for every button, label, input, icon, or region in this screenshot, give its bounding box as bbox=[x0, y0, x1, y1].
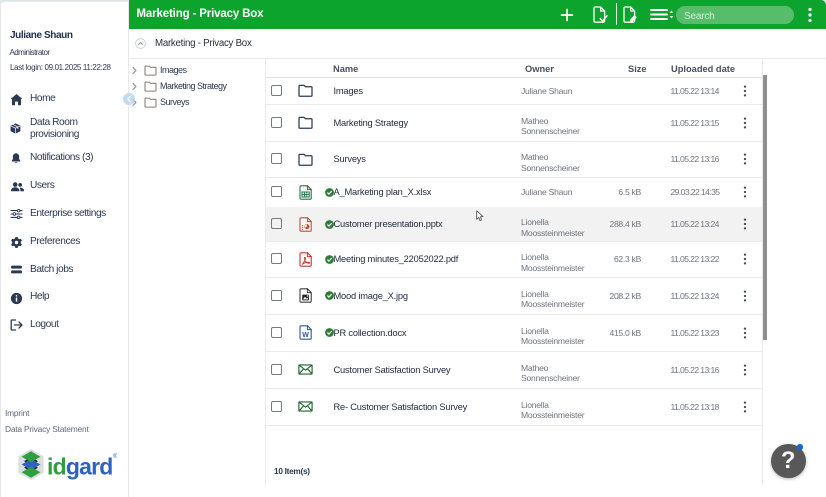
svg-text:W: W bbox=[302, 332, 309, 339]
svg-text:idgard: idgard bbox=[47, 454, 113, 480]
svg-text:®: ® bbox=[113, 453, 117, 460]
